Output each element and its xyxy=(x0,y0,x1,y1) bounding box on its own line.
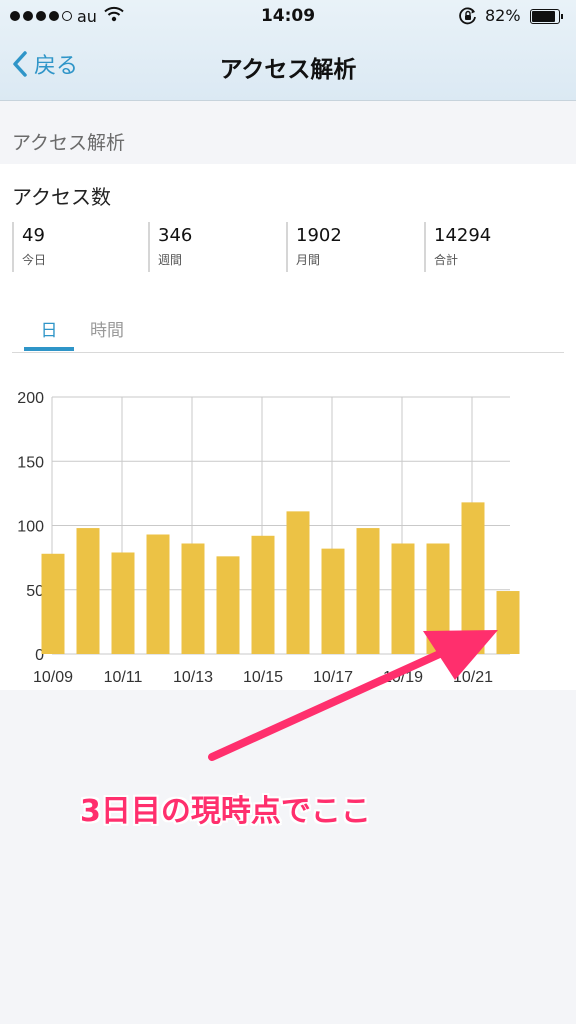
annotation-arrow xyxy=(208,630,498,761)
annotation-text: 3日目の現時点でここ xyxy=(80,794,371,829)
